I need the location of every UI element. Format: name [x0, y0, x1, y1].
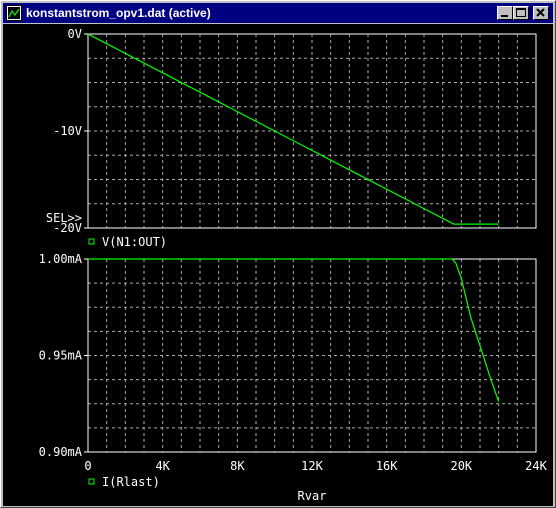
close-button[interactable]: [533, 6, 549, 20]
lower-plot-grid: [88, 259, 536, 452]
y-tick-label-upper: 0V: [68, 27, 82, 41]
plot-window: konstantstrom_opv1.dat (active) 0V -10V -2…: [0, 0, 556, 508]
maximize-button[interactable]: [513, 6, 529, 20]
legend-i-rlast-marker: [88, 478, 95, 485]
close-icon: [536, 8, 545, 17]
x-tick-label: 12K: [301, 459, 323, 473]
legend-i-rlast-label: I(Rlast): [102, 475, 160, 489]
y-tick-label-lower: 0.95mA: [39, 349, 83, 363]
maximize-icon: [516, 8, 526, 17]
x-tick-label: 8K: [230, 459, 245, 473]
waveform-plot: 0V-10V-20V1.00mA0.95mA0.90mA0 4K 8K 12K 16K 2…: [39, 27, 548, 503]
x-tick-label: 0: [84, 459, 91, 473]
legend-v-n1-out-label: V(N1:OUT): [102, 235, 167, 249]
legend-v-n1-out-marker: [88, 238, 95, 245]
y-tick-label-lower: 0.90mA: [39, 445, 83, 459]
y-tick-label-upper: -10V: [53, 124, 82, 138]
trace-v-n1-out: [87, 33, 499, 225]
sel-marker: SEL>>: [46, 211, 82, 225]
x-tick-label: 20K: [450, 459, 472, 473]
y-tick-label-lower: 1.00mA: [39, 252, 83, 266]
x-tick-label: 4K: [155, 459, 170, 473]
x-axis-label: Rvar: [298, 489, 327, 503]
x-tick-label: 16K: [376, 459, 398, 473]
legends: V(N1:OUT) I(Rlast): [88, 235, 167, 489]
probe-app-icon[interactable]: [6, 5, 22, 21]
title-bar[interactable]: konstantstrom_opv1.dat (active): [3, 3, 553, 23]
plot-area[interactable]: 0V -10V -20V 1.00mA 0.95mA 0.90mA 0 4K 8K 12K 16K 2…: [3, 24, 553, 506]
x-tick-label: 24K: [525, 459, 547, 473]
window-title: konstantstrom_opv1.dat (active): [26, 6, 211, 20]
minimize-icon: [501, 15, 508, 17]
upper-plot-grid: [88, 34, 536, 228]
minimize-button[interactable]: [497, 6, 513, 20]
